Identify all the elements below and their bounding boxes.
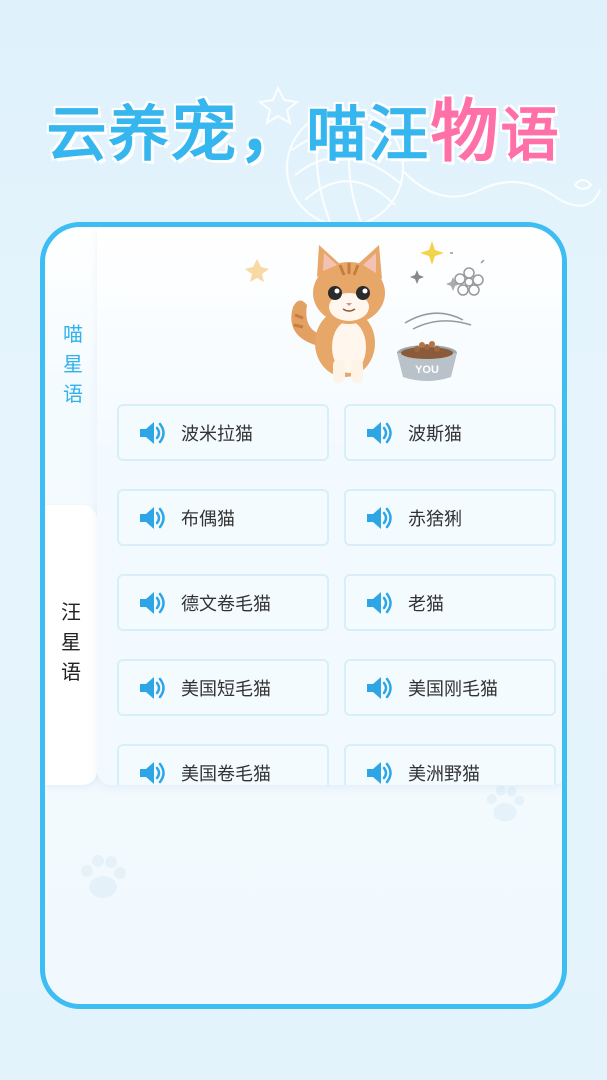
breed-card[interactable]: 美国卷毛猫 — [117, 744, 329, 785]
paw-print-icon — [81, 855, 126, 898]
speaker-icon[interactable] — [137, 673, 167, 703]
tab-cat-char-1: 喵 — [63, 322, 83, 346]
breed-card[interactable]: 老猫 — [344, 574, 556, 631]
tab-dog-char-3: 语 — [61, 660, 81, 684]
breed-grid: 波米拉猫 波斯猫布偶猫 赤猞猁德文卷毛猫 老猫美国短毛猫 美国刚毛猫美国卷毛猫 美洲野猫 — [117, 404, 557, 785]
breed-name: 波米拉猫 — [181, 423, 253, 445]
speaker-icon[interactable] — [137, 758, 167, 786]
speaker-icon[interactable] — [364, 418, 394, 448]
breed-name: 美国卷毛猫 — [181, 763, 271, 785]
speaker-icon[interactable] — [364, 503, 394, 533]
breed-name: 波斯猫 — [408, 423, 462, 445]
breed-name: 美国短毛猫 — [181, 678, 271, 700]
speaker-icon[interactable] — [137, 588, 167, 618]
breed-name: 老猫 — [408, 593, 444, 615]
breed-card[interactable]: 波斯猫 — [344, 404, 556, 461]
cat-illustration: YOU — [245, 241, 485, 383]
headline-part-1: 云养 — [46, 100, 171, 170]
tab-dog-char-2: 星 — [61, 630, 81, 654]
breed-name: 赤猞猁 — [408, 508, 462, 530]
breed-panel: YOU 波米拉猫 波斯猫布偶猫 赤猞猁德文卷毛猫 老猫美国短毛猫 美国刚毛猫美国卷毛猫 美… — [97, 227, 562, 785]
speaker-icon[interactable] — [137, 418, 167, 448]
bowl-label: YOU — [415, 364, 439, 376]
breed-card[interactable]: 美洲野猫 — [344, 744, 556, 785]
tab-cat-language[interactable]: 喵 星 语 — [45, 319, 101, 409]
tab-cat-char-3: 语 — [63, 382, 83, 406]
breed-card[interactable]: 德文卷毛猫 — [117, 574, 329, 631]
tab-dog-language[interactable]: 汪 星 语 — [45, 505, 97, 785]
breed-name: 美洲野猫 — [408, 763, 480, 785]
headline-part-5: 语 — [500, 101, 561, 169]
breed-card[interactable]: 美国刚毛猫 — [344, 659, 556, 716]
tab-cat-char-2: 星 — [63, 352, 83, 376]
headline: 云养宠，喵汪物语 — [0, 88, 607, 178]
speaker-icon[interactable] — [137, 503, 167, 533]
breed-card[interactable]: 美国短毛猫 — [117, 659, 329, 716]
speaker-icon[interactable] — [364, 673, 394, 703]
breed-name: 布偶猫 — [181, 508, 235, 530]
paw-print-icon — [486, 785, 525, 822]
headline-part-3: 喵汪 — [306, 100, 431, 170]
headline-part-4: 物 — [430, 93, 501, 172]
breed-name: 美国刚毛猫 — [408, 678, 498, 700]
phone-frame: 喵 星 语 汪 星 语 YOU 波米拉猫 波斯猫 布偶猫 赤猞猁 德文卷毛猫 老… — [40, 222, 567, 1009]
speaker-icon[interactable] — [364, 588, 394, 618]
breed-card[interactable]: 波米拉猫 — [117, 404, 329, 461]
breed-card[interactable]: 赤猞猁 — [344, 489, 556, 546]
star-icon — [245, 259, 269, 282]
speaker-icon[interactable] — [364, 758, 394, 786]
breed-card[interactable]: 布偶猫 — [117, 489, 329, 546]
tab-dog-char-1: 汪 — [61, 600, 81, 624]
headline-part-2: 宠， — [170, 94, 307, 171]
breed-name: 德文卷毛猫 — [181, 593, 271, 615]
